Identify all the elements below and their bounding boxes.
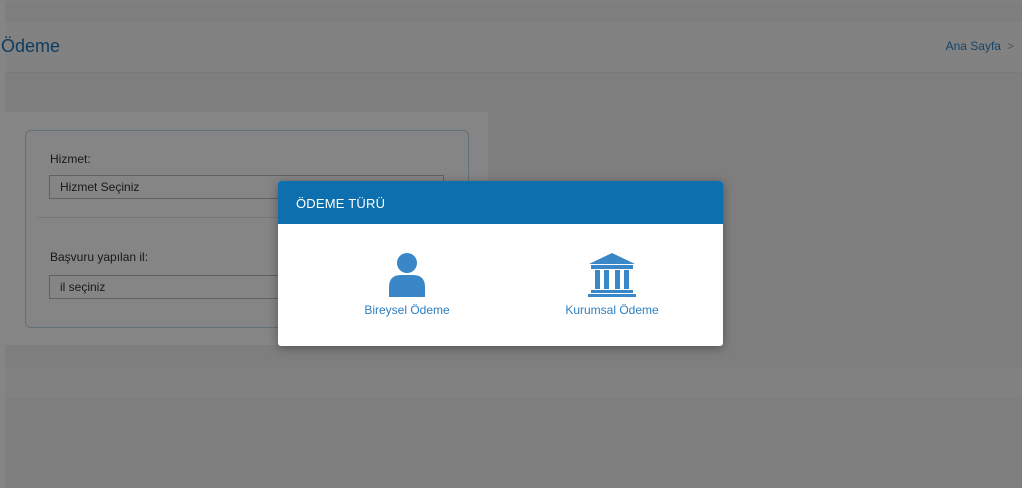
modal-header: ÖDEME TÜRÜ	[278, 181, 723, 224]
user-icon	[389, 253, 425, 297]
institution-icon	[588, 253, 636, 297]
modal-title: ÖDEME TÜRÜ	[296, 196, 386, 211]
individual-payment-label: Bireysel Ödeme	[364, 303, 450, 317]
corporate-payment-option[interactable]: Kurumsal Ödeme	[532, 253, 692, 323]
corporate-payment-label: Kurumsal Ödeme	[565, 303, 659, 317]
individual-payment-option[interactable]: Bireysel Ödeme	[327, 253, 487, 323]
payment-type-modal: ÖDEME TÜRÜ Bireysel Ödeme Kurumsal Ödeme	[278, 181, 723, 346]
